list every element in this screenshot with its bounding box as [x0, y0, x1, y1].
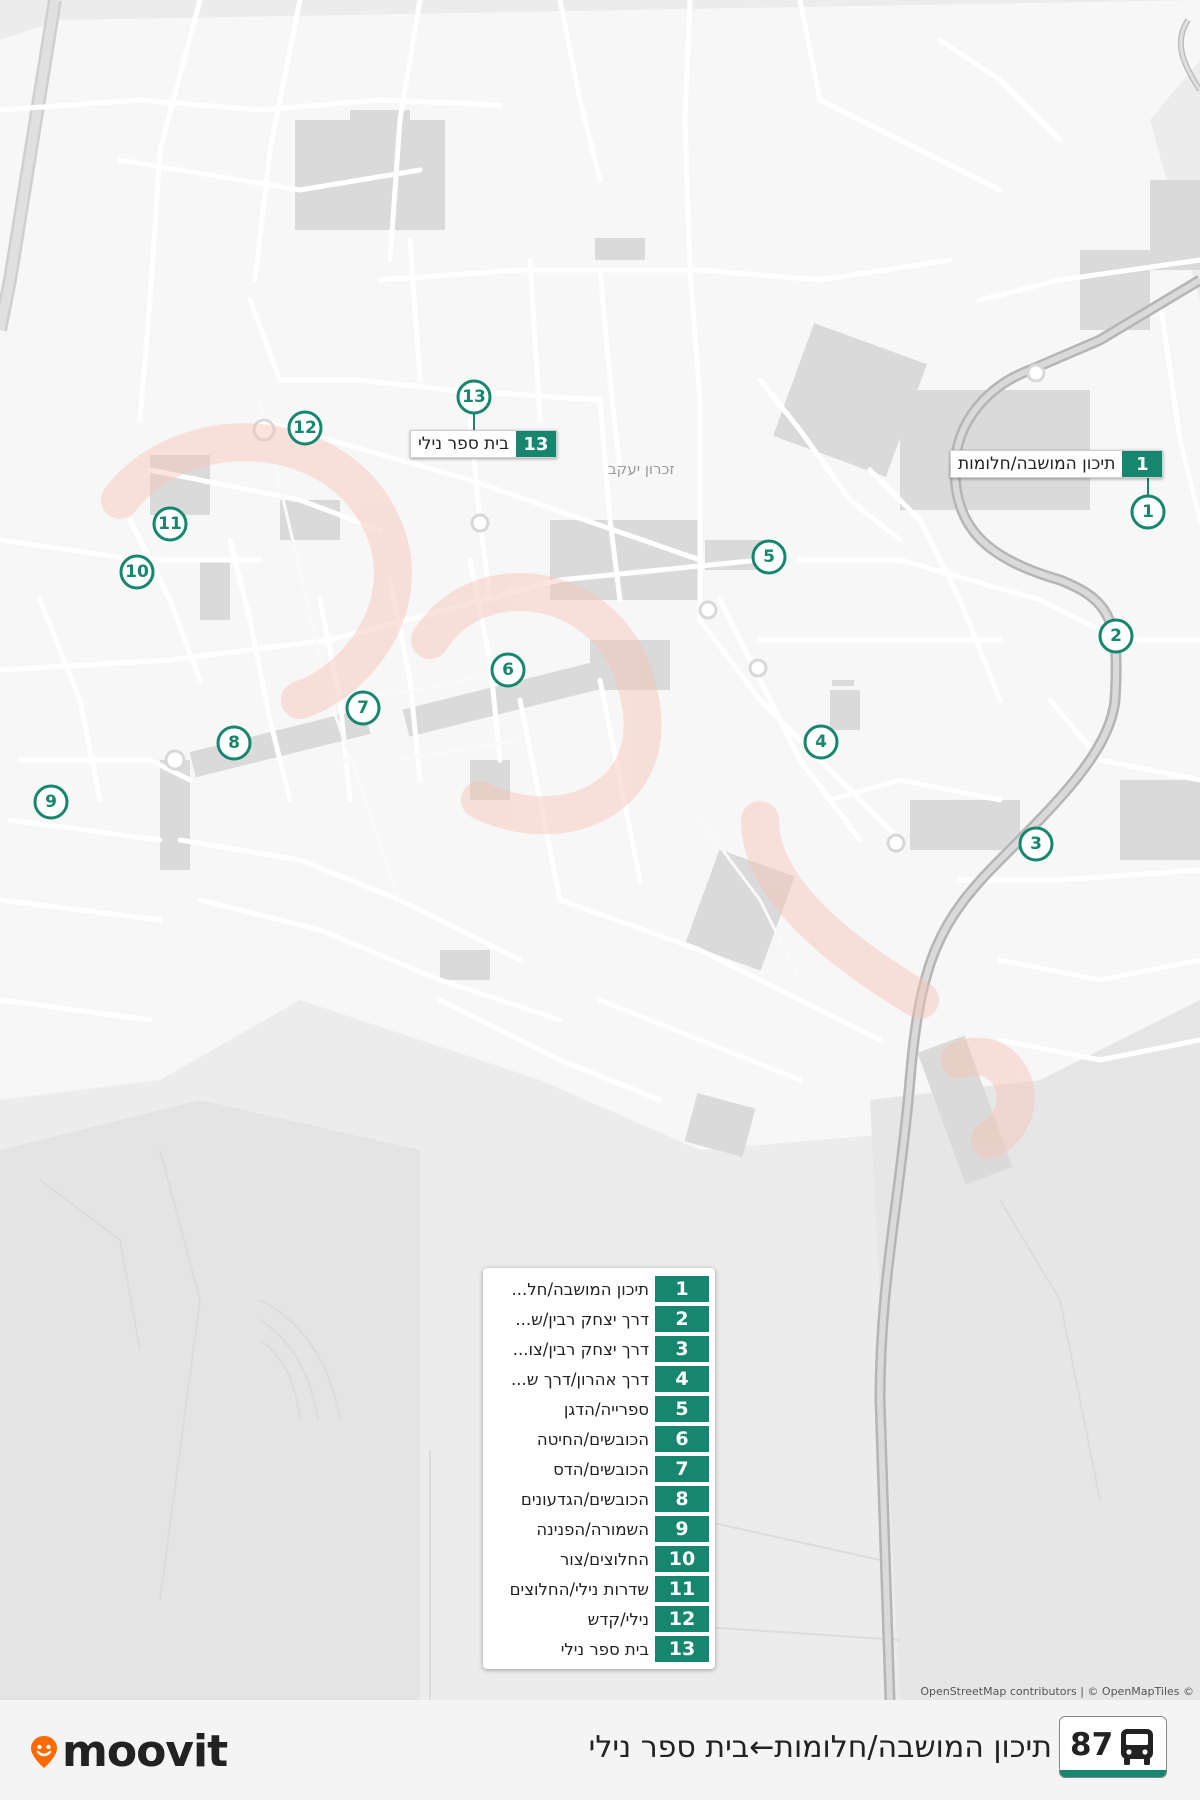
stop-marker-10[interactable]: 10 [119, 554, 155, 590]
stop-marker-9[interactable]: 9 [33, 784, 69, 820]
legend-number: 3 [655, 1336, 709, 1362]
legend-stop-name: דרך אהרון/דרך ש... [511, 1369, 649, 1389]
legend-row-11[interactable]: 11 שדרות נילי/החלוצים [483, 1574, 715, 1604]
legend-number: 5 [655, 1396, 709, 1422]
stop-marker-3[interactable]: 3 [1018, 826, 1054, 862]
legend-row-3[interactable]: 3 דרך יצחק רבין/צו... [483, 1334, 715, 1364]
stop-marker-5[interactable]: 5 [751, 539, 787, 575]
legend-row-8[interactable]: 8 הכובשים/הגדעונים [483, 1484, 715, 1514]
stop-marker-8[interactable]: 8 [216, 725, 252, 761]
legend-row-10[interactable]: 10 החלוצים/צור [483, 1544, 715, 1574]
moovit-wordmark: moovit [62, 1726, 228, 1777]
stop-legend: 1 תיכון המושבה/חל... 2 דרך יצחק רבין/ש... … [483, 1268, 715, 1669]
svg-text:4: 4 [815, 732, 827, 752]
legend-number: 9 [655, 1516, 709, 1542]
callout-number-1: 1 [1122, 451, 1163, 477]
legend-number: 13 [655, 1636, 709, 1662]
svg-text:10: 10 [125, 562, 149, 582]
moovit-pin-icon [31, 1735, 57, 1768]
bus-icon [1121, 1729, 1153, 1765]
stop-marker-7[interactable]: 7 [345, 690, 381, 726]
legend-number: 6 [655, 1426, 709, 1452]
legend-stop-name: החלוצים/צור [559, 1549, 649, 1569]
legend-number: 12 [655, 1606, 709, 1632]
legend-number: 2 [655, 1306, 709, 1332]
stop-marker-11[interactable]: 11 [152, 506, 188, 542]
svg-text:7: 7 [357, 698, 369, 718]
legend-number: 11 [655, 1576, 709, 1602]
legend-number: 4 [655, 1366, 709, 1392]
legend-row-7[interactable]: 7 הכובשים/הדס [483, 1454, 715, 1484]
legend-row-4[interactable]: 4 דרך אהרון/דרך ש... [483, 1364, 715, 1394]
legend-stop-name: דרך יצחק רבין/ש... [515, 1309, 649, 1329]
legend-stop-name: בית ספר נילי [560, 1639, 649, 1659]
legend-number: 10 [655, 1546, 709, 1572]
legend-stop-name: דרך יצחק רבין/צו... [512, 1339, 649, 1359]
legend-stop-name: השמורה/הפנינה [536, 1519, 649, 1539]
svg-text:3: 3 [1030, 834, 1042, 854]
legend-stop-name: נילי/קדש [587, 1609, 649, 1629]
stop-callout-13[interactable]: 13 בית ספר נילי [410, 430, 557, 458]
svg-text:2: 2 [1110, 626, 1122, 646]
callout-stem-13 [473, 413, 475, 430]
svg-text:11: 11 [158, 514, 182, 534]
route-number: 87 [1070, 1727, 1114, 1763]
svg-text:12: 12 [293, 418, 317, 438]
svg-text:13: 13 [462, 387, 486, 407]
callout-number-13: 13 [515, 431, 556, 457]
city-label: זכרון יעקב [608, 460, 675, 478]
stop-marker-2[interactable]: 2 [1098, 618, 1134, 654]
stop-callout-1[interactable]: 1 תיכון המושבה/חלומות [950, 450, 1164, 478]
legend-number: 1 [655, 1276, 709, 1302]
svg-text:5: 5 [763, 547, 775, 567]
legend-stop-name: שדרות נילי/החלוצים [509, 1579, 649, 1599]
moovit-logo[interactable]: moovit [30, 1726, 228, 1777]
legend-stop-name: ספרייה/הדגן [563, 1399, 649, 1419]
stop-marker-1[interactable]: 1 [1130, 494, 1166, 530]
legend-row-12[interactable]: 12 נילי/קדש [483, 1604, 715, 1634]
route-badge-accent [1060, 1770, 1166, 1777]
legend-row-5[interactable]: 5 ספרייה/הדגן [483, 1394, 715, 1424]
legend-number: 8 [655, 1486, 709, 1512]
legend-stop-name: הכובשים/הגדעונים [520, 1489, 649, 1509]
stop-marker-4[interactable]: 4 [803, 724, 839, 760]
map-attribution[interactable]: OpenStreetMap contributors | © OpenMapTi… [920, 1685, 1194, 1698]
legend-number: 7 [655, 1456, 709, 1482]
legend-row-1[interactable]: 1 תיכון המושבה/חל... [483, 1274, 715, 1304]
svg-text:1: 1 [1142, 502, 1154, 522]
stop-marker-12[interactable]: 12 [287, 410, 323, 446]
legend-row-13[interactable]: 13 בית ספר נילי [483, 1634, 715, 1664]
svg-text:8: 8 [228, 733, 240, 753]
svg-text:6: 6 [502, 660, 514, 680]
callout-label-1: תיכון המושבה/חלומות [958, 454, 1116, 474]
callout-stem-1 [1147, 477, 1149, 496]
callout-label-13: בית ספר נילי [418, 434, 509, 454]
legend-stop-name: הכובשים/הדס [553, 1459, 649, 1479]
route-title: תיכון המושבה/חלומות←בית ספר נילי [588, 1730, 1052, 1765]
legend-row-9[interactable]: 9 השמורה/הפנינה [483, 1514, 715, 1544]
stop-marker-13[interactable]: 13 [456, 379, 492, 415]
svg-text:9: 9 [45, 792, 57, 812]
legend-stop-name: הכובשים/החיטה [536, 1429, 649, 1449]
legend-stop-name: תיכון המושבה/חל... [511, 1279, 649, 1299]
legend-row-6[interactable]: 6 הכובשים/החיטה [483, 1424, 715, 1454]
legend-row-2[interactable]: 2 דרך יצחק רבין/ש... [483, 1304, 715, 1334]
stop-marker-6[interactable]: 6 [490, 652, 526, 688]
route-badge[interactable]: 87 [1059, 1716, 1167, 1778]
